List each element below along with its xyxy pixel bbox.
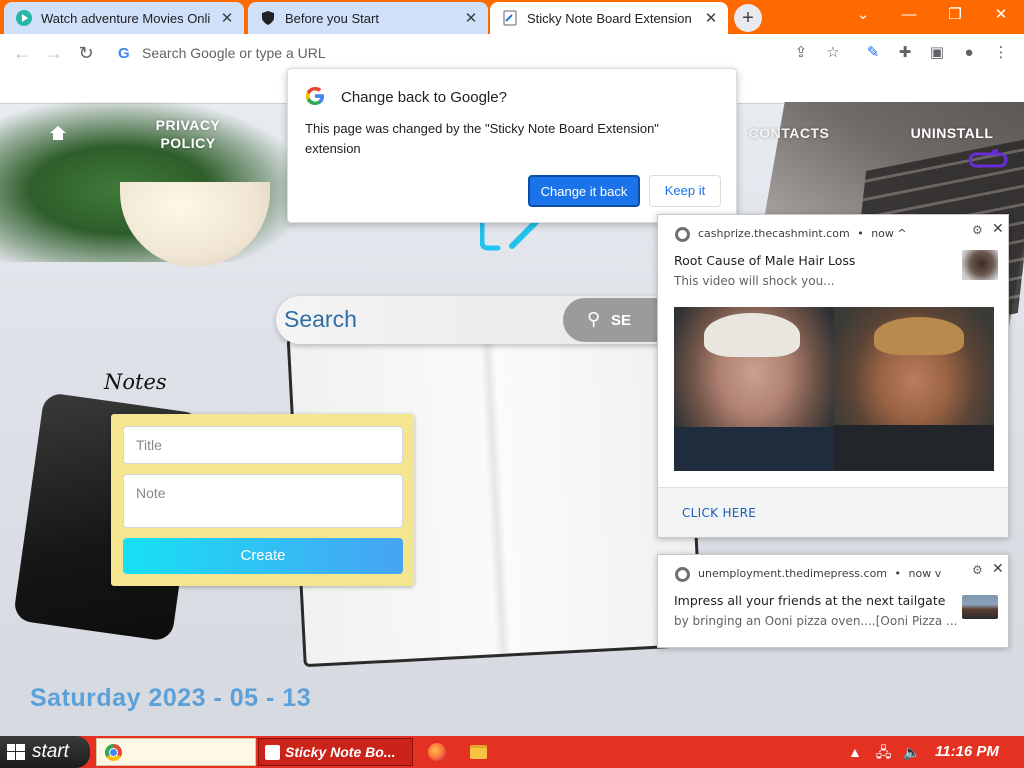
minimize-button[interactable]: — bbox=[886, 0, 932, 32]
tray-expand-icon[interactable]: ▲ bbox=[848, 744, 862, 760]
notification-title: Impress all your friends at the next tai… bbox=[674, 593, 946, 608]
privacy-policy-link[interactable]: PRIVACY POLICY bbox=[150, 116, 226, 152]
folder-icon[interactable] bbox=[470, 745, 487, 759]
search-button-label: SE bbox=[611, 311, 632, 329]
chrome-icon bbox=[675, 567, 690, 582]
restore-button[interactable]: ❐ bbox=[932, 0, 978, 32]
portrait-right bbox=[834, 307, 994, 471]
page-search-bar[interactable]: Search ⚲ SE bbox=[276, 296, 676, 344]
shield-icon bbox=[262, 11, 274, 25]
notes-heading: Notes bbox=[104, 370, 167, 394]
share-icon[interactable]: ⇪ bbox=[790, 42, 812, 64]
notification-thumbnail bbox=[962, 595, 998, 619]
omnibox[interactable]: G Search Google or type a URL bbox=[110, 38, 770, 68]
back-icon[interactable]: ← bbox=[10, 41, 34, 65]
extension-note-icon[interactable]: ✎ bbox=[862, 42, 884, 64]
tab-watch-movies[interactable]: Watch adventure Movies Onli ✕ bbox=[4, 2, 244, 34]
notification-thumbnail bbox=[962, 250, 998, 280]
expand-chevron-icon: v bbox=[934, 567, 942, 580]
date-display: Saturday 2023 - 05 - 13 bbox=[30, 684, 312, 712]
taskbar-clock[interactable]: 11:16 PM bbox=[935, 736, 999, 768]
note-page-icon bbox=[503, 10, 517, 26]
notification-source: unemployment.thedimepress.com • now v bbox=[698, 567, 942, 580]
start-button[interactable]: start bbox=[0, 736, 90, 768]
window-close-button[interactable]: ✕ bbox=[978, 0, 1024, 32]
tab-sticky-note-board[interactable]: Sticky Note Board Extension ✕ bbox=[490, 2, 728, 34]
gear-icon[interactable]: ⚙ bbox=[972, 563, 983, 577]
puzzle-icon[interactable]: ✚ bbox=[894, 42, 916, 64]
taskbar-window-title: Sticky Note Bo... bbox=[285, 744, 396, 760]
system-tray: ▲ 🖧 🔈 bbox=[848, 736, 921, 768]
windows-taskbar: start Sticky Note Bo... ▲ 🖧 🔈 11:16 PM bbox=[0, 736, 1024, 768]
uninstall-link[interactable]: UNINSTALL bbox=[906, 124, 998, 142]
portrait-left bbox=[674, 307, 834, 471]
note-page-icon bbox=[265, 745, 280, 760]
tab-before-you-start[interactable]: Before you Start ✕ bbox=[248, 2, 488, 34]
click-here-button[interactable]: CLICK HERE bbox=[682, 506, 756, 520]
notification-image bbox=[674, 307, 994, 471]
chrome-icon bbox=[105, 744, 122, 761]
firefox-icon[interactable] bbox=[428, 743, 446, 761]
note-title-field[interactable]: Title bbox=[123, 426, 403, 464]
search-input[interactable]: Search bbox=[284, 306, 357, 333]
start-label: start bbox=[32, 741, 69, 762]
tab-close-icon[interactable]: ✕ bbox=[700, 9, 722, 27]
notification-title: Root Cause of Male Hair Loss bbox=[674, 253, 856, 268]
network-icon[interactable]: 🖧 bbox=[876, 744, 892, 760]
google-g-icon bbox=[306, 87, 324, 105]
change-it-back-button[interactable]: Change it back bbox=[528, 175, 640, 207]
gear-icon[interactable]: ⚙ bbox=[972, 223, 983, 237]
browser-tab-strip: Watch adventure Movies Onli ✕ Before you… bbox=[0, 0, 1024, 34]
expand-chevron-icon: ^ bbox=[897, 227, 907, 240]
star-icon[interactable]: ☆ bbox=[822, 42, 844, 64]
push-notification[interactable]: cashprize.thecashmint.com • now ^ ⚙ ✕ Ro… bbox=[657, 214, 1009, 538]
notification-action-bar: CLICK HERE bbox=[658, 487, 1008, 537]
create-note-button[interactable]: Create bbox=[123, 538, 403, 574]
home-icon[interactable] bbox=[48, 124, 68, 142]
volume-icon[interactable]: 🔈 bbox=[903, 744, 920, 760]
close-icon[interactable]: ✕ bbox=[992, 221, 1004, 237]
search-icon: ⚲ bbox=[587, 309, 601, 329]
tab-title: Before you Start bbox=[285, 10, 379, 26]
notification-body: This video will shock you... bbox=[674, 274, 835, 288]
tab-title: Sticky Note Board Extension bbox=[527, 10, 692, 26]
notification-body: by bringing an Ooni pizza oven....[Ooni … bbox=[674, 614, 958, 628]
tab-title: Watch adventure Movies Onli bbox=[41, 10, 211, 26]
contacts-link[interactable]: CONTACTS bbox=[742, 124, 836, 142]
taskbar-chrome-button[interactable] bbox=[96, 738, 256, 766]
dialog-body: This page was changed by the "Sticky Not… bbox=[305, 121, 659, 156]
browser-toolbar: ← → ↻ G Search Google or type a URL ⇪ ☆ … bbox=[0, 34, 1024, 72]
dialog-title: Change back to Google? bbox=[341, 89, 507, 106]
windows-flag-icon bbox=[7, 744, 25, 760]
new-tab-button[interactable]: + bbox=[734, 4, 762, 32]
omnibox-placeholder: Search Google or type a URL bbox=[142, 45, 326, 61]
taskbar-active-window[interactable]: Sticky Note Bo... bbox=[258, 738, 413, 766]
note-form-card: Title Note Create bbox=[111, 414, 414, 586]
link-chain-icon bbox=[968, 148, 1008, 168]
google-g-icon: G bbox=[118, 44, 130, 62]
change-search-dialog: Change back to Google? This page was cha… bbox=[287, 68, 737, 223]
notification-source: cashprize.thecashmint.com • now ^ bbox=[698, 227, 907, 240]
keep-it-button[interactable]: Keep it bbox=[649, 175, 721, 207]
sidebar-icon[interactable]: ▣ bbox=[926, 42, 948, 64]
tab-close-icon[interactable]: ✕ bbox=[216, 9, 238, 27]
chrome-icon bbox=[675, 227, 690, 242]
forward-icon[interactable]: → bbox=[42, 41, 66, 65]
play-icon bbox=[16, 10, 32, 26]
close-icon[interactable]: ✕ bbox=[992, 561, 1004, 577]
profile-icon[interactable]: ● bbox=[958, 42, 980, 64]
tab-close-icon[interactable]: ✕ bbox=[460, 9, 482, 27]
menu-icon[interactable]: ⋮ bbox=[990, 42, 1012, 64]
note-body-field[interactable]: Note bbox=[123, 474, 403, 528]
reload-icon[interactable]: ↻ bbox=[74, 41, 98, 65]
push-notification[interactable]: unemployment.thedimepress.com • now v ⚙ … bbox=[657, 554, 1009, 648]
tab-search-chevron-icon[interactable]: ⌄ bbox=[840, 0, 886, 32]
